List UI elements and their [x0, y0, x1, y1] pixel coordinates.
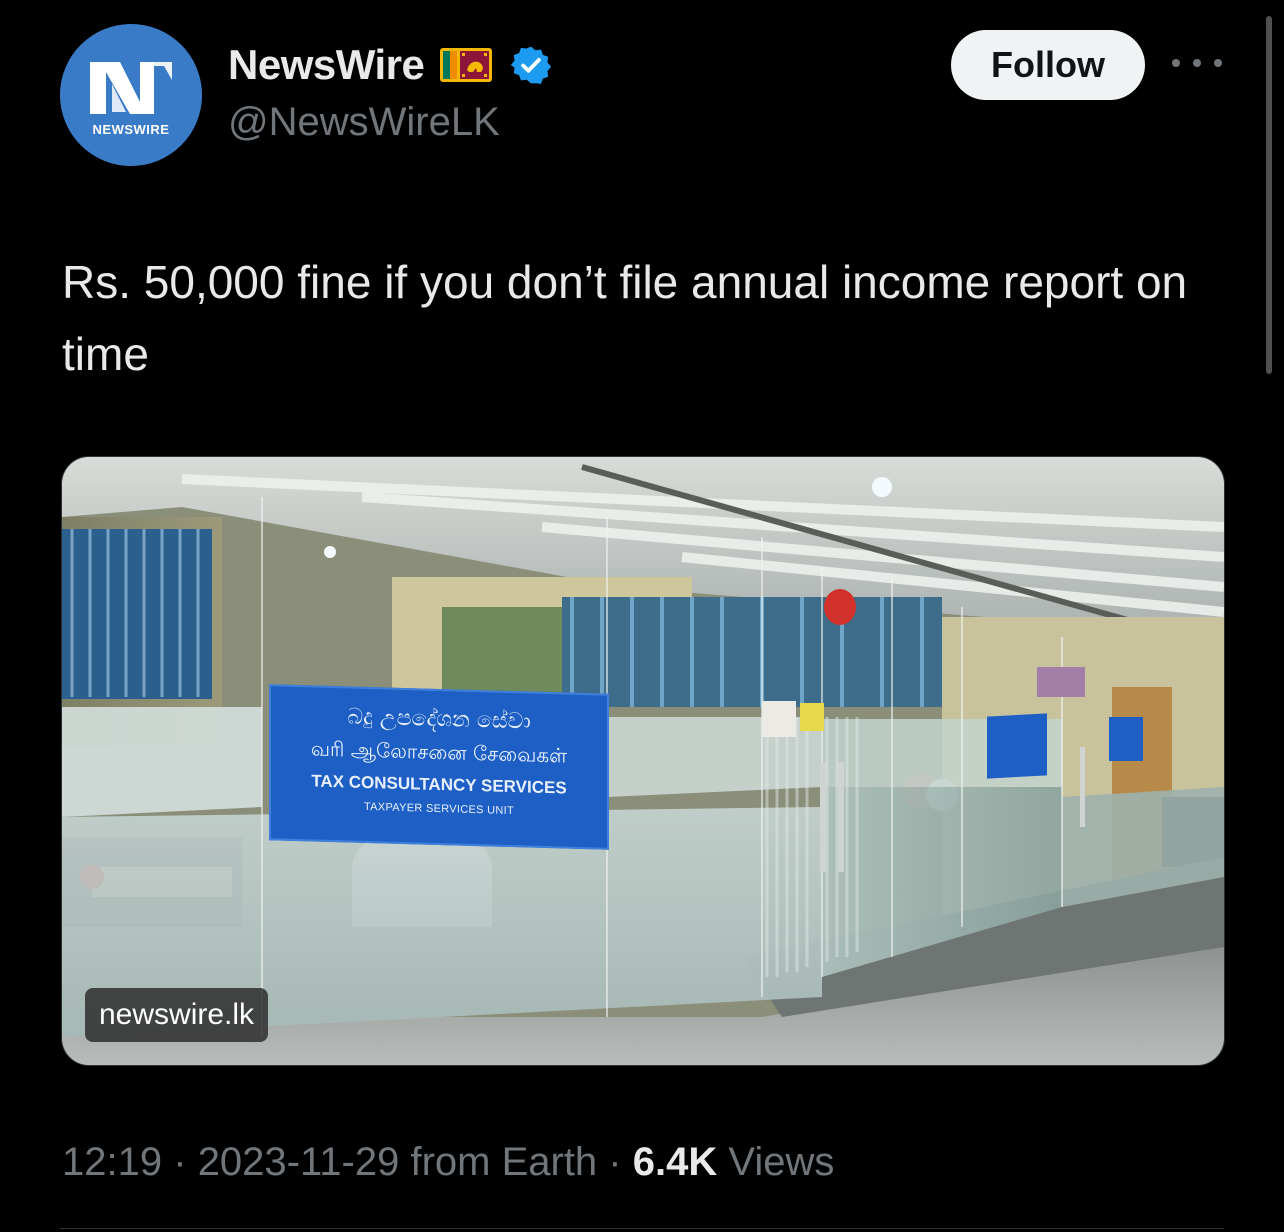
scrollbar[interactable]: [1266, 16, 1272, 374]
tweet-date[interactable]: 2023-11-29: [198, 1140, 400, 1184]
sri-lanka-flag-icon: [440, 48, 493, 82]
author-name-row: NewsWire: [228, 40, 552, 90]
small-blue-sign: [987, 713, 1047, 779]
newswire-logo-icon: [60, 24, 202, 166]
sign-sinhala-text: බදු උපදේශන සේවා: [347, 704, 531, 735]
follow-button[interactable]: Follow: [951, 30, 1145, 100]
meta-separator: ·: [608, 1140, 622, 1184]
tweet-time[interactable]: 12:19: [62, 1140, 162, 1184]
tax-consultancy-sign: බදු උපදේශන සේවා வரி ஆலோசனை சேவைகள் TAX C…: [269, 684, 609, 850]
more-dot: [1172, 59, 1180, 67]
author-display-name[interactable]: NewsWire: [228, 41, 425, 89]
tweet-text: Rs. 50,000 fine if you don’t file annual…: [62, 256, 1188, 380]
more-dot: [1193, 59, 1201, 67]
sign-english-text: TAX CONSULTANCY SERVICES: [311, 771, 567, 798]
more-options-icon[interactable]: [1172, 48, 1222, 78]
author-handle[interactable]: @NewsWireLK: [228, 100, 500, 145]
meta-separator: ·: [173, 1140, 187, 1184]
office-photo: [62, 457, 1224, 1065]
avatar-label: NEWSWIRE: [92, 122, 170, 137]
media-source-badge[interactable]: newswire.lk: [85, 988, 269, 1042]
tweet-meta: 12:19 · 2023-11-29 from Earth · 6.4K Vie…: [62, 1140, 834, 1185]
sign-tamil-text: வரி ஆலோசனை சேவைகள்: [310, 736, 568, 768]
tweet-client: from Earth: [410, 1140, 598, 1184]
divider: [60, 1228, 1224, 1229]
avatar[interactable]: NEWSWIRE: [60, 24, 202, 166]
views-label: Views: [728, 1140, 835, 1184]
small-blue-sign-far: [1109, 717, 1143, 761]
more-dot: [1214, 59, 1222, 67]
tweet-media-image[interactable]: බදු උපදේශන සේවා வரி ஆலோசனை சேவைகள் TAX C…: [61, 456, 1225, 1066]
views-count[interactable]: 6.4K: [633, 1140, 718, 1184]
verified-badge-icon[interactable]: [510, 44, 552, 86]
sign-unit-text: TAXPAYER SERVICES UNIT: [363, 800, 515, 818]
